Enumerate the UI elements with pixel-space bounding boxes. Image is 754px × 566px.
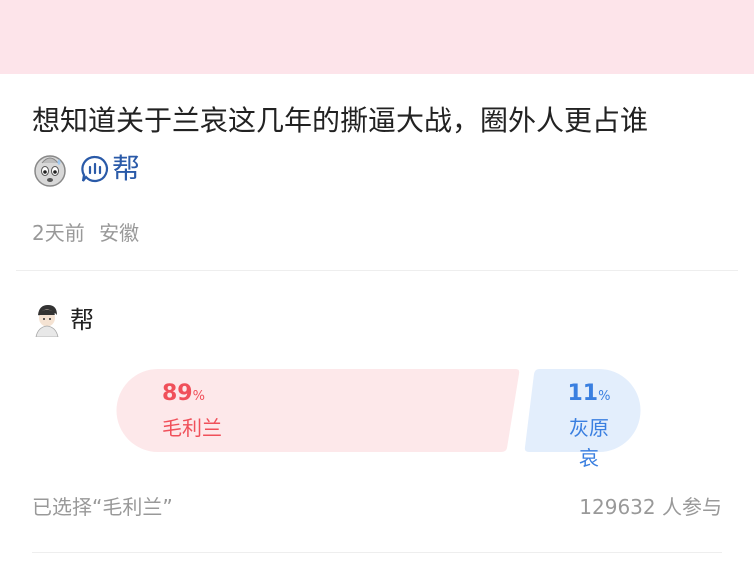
divider [32, 552, 722, 553]
chosen-option-text: 已选择“毛利兰” [32, 495, 173, 519]
poll-question: 帮 [70, 306, 94, 334]
poll-percent-right: 11% [567, 381, 611, 406]
post-meta: 2天前 安徽 [32, 218, 139, 248]
poll-label-right: 灰原哀 [569, 416, 609, 470]
poll-percent-left: 89% [162, 381, 205, 406]
topic-link[interactable]: 帮 [112, 151, 140, 187]
top-banner [0, 0, 754, 74]
divider [16, 270, 738, 271]
chat-bubble-icon [80, 154, 110, 184]
post-time: 2天前 [32, 221, 85, 245]
participant-count: 129632 人参与 [579, 495, 722, 519]
post-location: 安徽 [99, 221, 140, 245]
poll-option-right[interactable]: 11% 灰原哀 [560, 380, 618, 473]
poll-header: 帮 [32, 303, 94, 338]
sweat-emoji-icon [32, 151, 68, 187]
poll-label-left: 毛利兰 [162, 416, 222, 440]
poll-option-left[interactable]: 89% 毛利兰 [162, 380, 222, 443]
avatar [32, 303, 62, 338]
poll-bars [116, 369, 641, 452]
post-title: 想知道关于兰哀这几年的撕逼大战，圈外人更占谁 [32, 104, 649, 137]
post-title-continuation: 帮 [32, 149, 140, 189]
